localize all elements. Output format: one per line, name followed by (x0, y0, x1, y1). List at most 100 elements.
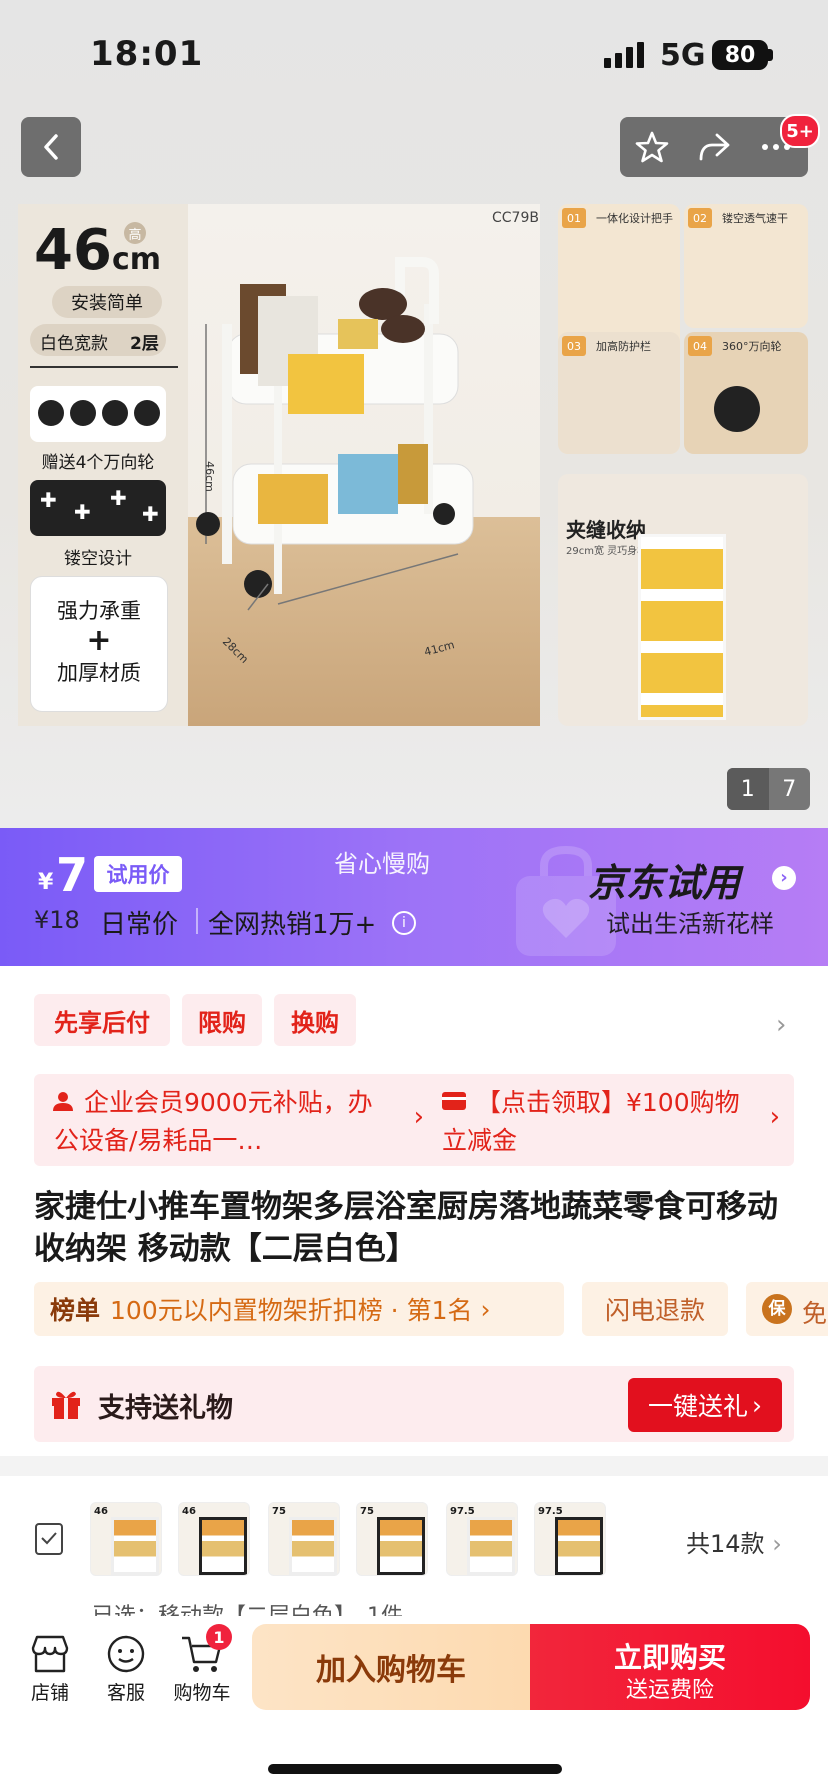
slim-subtitle: 29cm宽 灵巧身材 (566, 546, 648, 557)
battery-level: 80 (712, 40, 768, 70)
feature-card-rail[interactable]: 03 加高防护栏 (558, 332, 680, 454)
strong-line2: 加厚材质 (57, 661, 141, 685)
feature-card-vent[interactable]: 02 镂空透气速干 (684, 204, 808, 328)
variant-image (467, 1517, 515, 1575)
variant-thumb[interactable]: 46 (90, 1502, 162, 1576)
promo-slogan: 省心慢购 (334, 850, 430, 878)
tab-cart-label: 购物车 (173, 1682, 231, 1704)
limit-chip[interactable]: 限购 (182, 994, 262, 1046)
cash-coupon[interactable]: 【点击领取】¥100购物立减金 › (422, 1074, 794, 1166)
insurance-tag[interactable]: 保 免 (746, 1282, 828, 1336)
slim-storage-card[interactable]: 夹缝收纳 29cm宽 灵巧身材 (558, 474, 808, 726)
enterprise-coupon[interactable]: 企业会员9000元补贴，办公设备/易耗品一… › (34, 1074, 438, 1166)
wheels-label: 赠送4个万向轮 (41, 453, 155, 473)
variant-size: 97.5 (538, 1506, 563, 1517)
card-title: 加高防护栏 (596, 340, 651, 353)
card-number: 04 (688, 336, 712, 356)
buy-now-subtitle: 送运费险 (625, 1678, 714, 1703)
variant-thumb[interactable]: 97.5 (446, 1502, 518, 1576)
jd-trial-title[interactable]: 京东试用 (588, 852, 740, 907)
page-current: 1 (727, 768, 769, 810)
feature-card-wheel[interactable]: 04 360°万向轮 (684, 332, 808, 454)
variant-thumb[interactable]: 97.5 (534, 1502, 606, 1576)
flash-refund-tag[interactable]: 闪电退款 (582, 1282, 728, 1336)
chevron-right-icon: › (772, 866, 796, 890)
shield-icon: 保 (762, 1294, 792, 1324)
product-title: 家捷仕小推车置物架多层浴室厨房落地蔬菜零食可移动收纳架 移动款【二层白色】 (34, 1189, 778, 1267)
dim-height: 46cm (202, 461, 216, 492)
chevron-left-icon (44, 134, 58, 160)
back-button[interactable] (21, 117, 81, 177)
variant-size: 75 (360, 1506, 374, 1517)
message-badge: 5+ (780, 114, 820, 148)
variant-count[interactable]: 共14款 › (686, 1524, 782, 1559)
send-gift-button[interactable]: 一键送礼 › (628, 1378, 782, 1432)
wheel-icon (38, 400, 64, 426)
favorite-button[interactable] (622, 117, 682, 177)
wheel-icon (714, 386, 760, 432)
divider (30, 366, 178, 368)
tab-shop[interactable]: 店铺 (20, 1630, 80, 1705)
battery-icon (768, 49, 773, 61)
tab-shop-label: 店铺 (30, 1682, 69, 1704)
add-to-cart-button[interactable]: 加入购物车 (252, 1624, 530, 1710)
status-time: 18:01 (90, 34, 204, 74)
variant-thumb[interactable]: 46 (178, 1502, 250, 1576)
shop-icon (31, 1635, 69, 1673)
info-icon[interactable]: i (392, 911, 416, 935)
exchange-chip[interactable]: 换购 (274, 994, 356, 1046)
variant-image (555, 1517, 603, 1575)
wheels-image (30, 386, 166, 442)
gift-support-row[interactable]: 支持送礼物 一键送礼 › (34, 1366, 794, 1442)
variant-image (111, 1517, 159, 1575)
gift-text: 支持送礼物 (98, 1393, 233, 1424)
variant-thumb[interactable]: 75 (356, 1502, 428, 1576)
rank-text: 100元以内置物架折扣榜 · 第1名 (110, 1296, 473, 1325)
image-page-indicator: 1 7 (727, 768, 810, 810)
variant-size: 97.5 (450, 1506, 475, 1517)
variant-image (199, 1517, 247, 1575)
variant-list-icon[interactable] (34, 1522, 66, 1556)
card-number: 01 (562, 208, 586, 228)
wheel-icon (70, 400, 96, 426)
divider (196, 908, 198, 934)
rank-label: 榜单 (50, 1296, 101, 1325)
signal-icon (604, 42, 644, 68)
tab-service-label: 客服 (106, 1682, 145, 1704)
pay-later-chip[interactable]: 先享后付 (34, 994, 170, 1046)
wheel-icon (102, 400, 128, 426)
insurance-text: 免 (802, 1299, 828, 1328)
share-button[interactable] (684, 117, 744, 177)
plus-sign: + (86, 623, 112, 658)
chevron-right-icon: › (752, 1390, 762, 1420)
share-icon (699, 133, 730, 161)
strong-line1: 强力承重 (57, 599, 141, 623)
height-tag: 高 (124, 222, 146, 244)
variant-size: 75 (272, 1506, 286, 1517)
home-indicator[interactable] (268, 1764, 562, 1774)
chevron-right-icon: › (480, 1294, 491, 1324)
card-number: 03 (562, 336, 586, 356)
daily-price-label: 日常价 (100, 910, 179, 940)
buy-now-button[interactable]: 立即购买 送运费险 (530, 1624, 810, 1710)
star-icon (635, 131, 669, 163)
hollow-pattern-image: ✚ ✚ ✚ ✚ (30, 480, 166, 536)
tab-service[interactable]: 客服 (96, 1630, 156, 1705)
page-total: 7 (782, 776, 797, 802)
variant-size: 46 (182, 1506, 196, 1517)
version-left: 白色宽款 (40, 334, 108, 354)
variant-count-label: 共14款 (686, 1530, 765, 1558)
trial-price-tag: 试用价 (94, 856, 182, 892)
version-right: 2层 (130, 334, 159, 354)
original-price: ¥18 (34, 906, 80, 934)
gift-icon (52, 1391, 80, 1419)
chevron-right-icon[interactable]: › (776, 1010, 786, 1040)
variant-image (377, 1517, 425, 1575)
variant-image (289, 1517, 337, 1575)
variant-thumb[interactable]: 75 (268, 1502, 340, 1576)
install-tag: 安装简单 (52, 286, 162, 318)
product-code: CC79B (492, 210, 539, 226)
hot-sales: 全网热销1万+ (208, 910, 377, 940)
variant-size: 46 (94, 1506, 108, 1517)
ranking-tag[interactable]: 榜单 100元以内置物架折扣榜 · 第1名 › (34, 1282, 564, 1336)
